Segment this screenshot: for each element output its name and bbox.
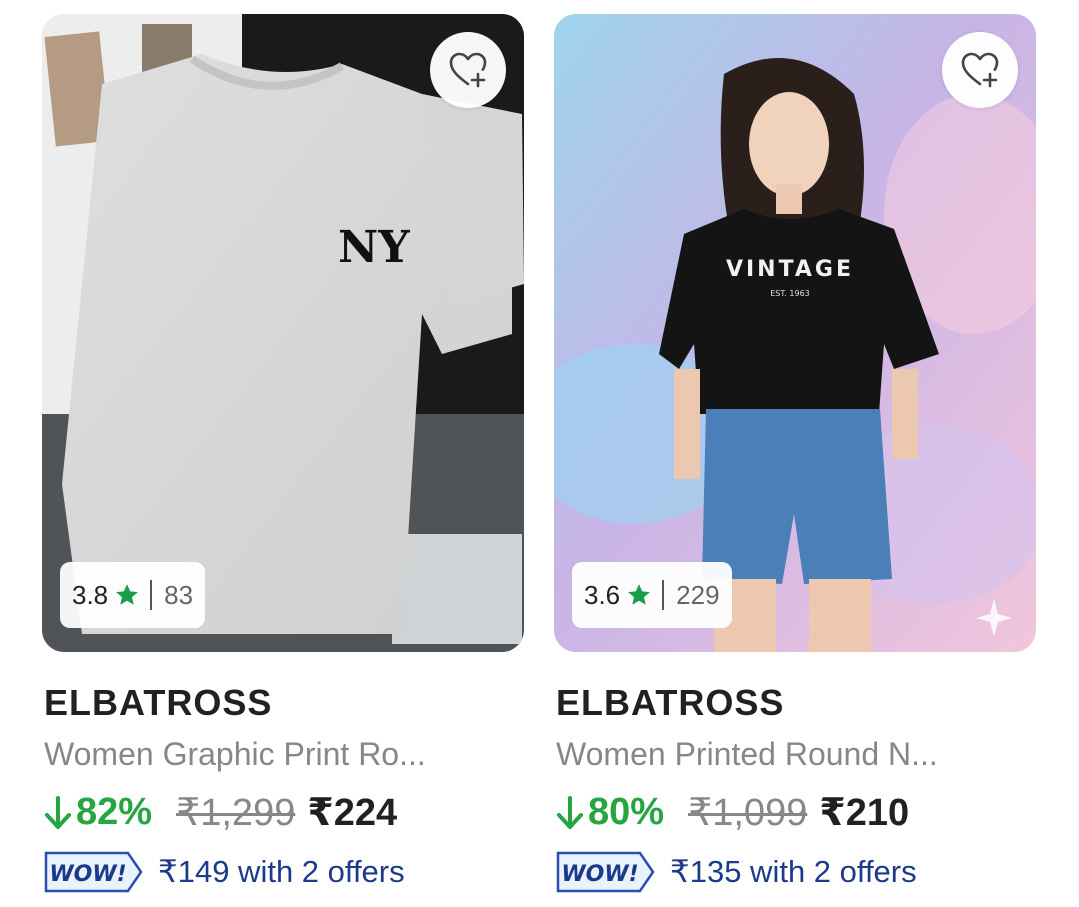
offer-text: ₹135 with 2 offers (670, 854, 917, 889)
product-card[interactable]: NY 3.8 83 ELBATROSS Women Graphic Print … (42, 14, 524, 907)
discount: 82% (42, 791, 152, 834)
discount-percent: 80% (588, 791, 665, 833)
svg-text:WOW!: WOW! (49, 862, 126, 887)
product-card[interactable]: VINTAGE EST. 1963 3.6 229 ELBATROSS Wome… (554, 14, 1036, 907)
product-image[interactable]: VINTAGE EST. 1963 3.6 229 (554, 14, 1036, 652)
down-arrow-icon (45, 795, 71, 829)
product-title[interactable]: Women Printed Round N... (556, 736, 1026, 773)
svg-text:WOW!: WOW! (561, 862, 638, 887)
rating-count: 83 (164, 579, 194, 610)
rating-count: 229 (676, 579, 720, 610)
selling-price: ₹224 (307, 792, 398, 834)
wishlist-heart-plus-icon (449, 52, 487, 88)
wow-badge-icon: WOW! (44, 851, 143, 893)
discount: 80% (554, 791, 664, 834)
price-row: 82% ₹1,299 ₹224 (42, 790, 397, 835)
product-photo: VINTAGE EST. 1963 (554, 14, 1036, 652)
wishlist-heart-plus-icon (961, 52, 999, 88)
discount-percent: 82% (76, 791, 153, 833)
rating-score: 3.6 (584, 579, 621, 610)
star-icon (626, 582, 652, 608)
print-text-vintage: VINTAGE (726, 257, 854, 282)
wishlist-button[interactable] (430, 32, 506, 108)
wishlist-button[interactable] (942, 32, 1018, 108)
rating-badge: 3.6 229 (572, 562, 732, 628)
product-image[interactable]: NY 3.8 83 (42, 14, 524, 652)
offer-row[interactable]: WOW! ₹135 with 2 offers (556, 850, 917, 894)
product-brand: ELBATROSS (44, 682, 273, 723)
rating-score: 3.8 (72, 579, 109, 610)
product-brand: ELBATROSS (556, 682, 785, 723)
offer-row[interactable]: WOW! ₹149 with 2 offers (44, 850, 405, 894)
rating-divider (150, 580, 153, 610)
original-price: ₹1,099 (688, 792, 808, 834)
print-text-ny: NY (338, 222, 410, 273)
selling-price: ₹210 (819, 792, 910, 834)
wow-badge-icon: WOW! (556, 851, 655, 893)
product-photo: NY (42, 14, 524, 652)
product-title[interactable]: Women Graphic Print Ro... (44, 736, 514, 773)
rating-divider (662, 580, 665, 610)
print-subtext: EST. 1963 (770, 289, 810, 298)
star-icon (114, 582, 140, 608)
down-arrow-icon (557, 795, 583, 829)
price-row: 80% ₹1,099 ₹210 (554, 790, 909, 835)
offer-text: ₹149 with 2 offers (158, 854, 405, 889)
original-price: ₹1,299 (176, 792, 296, 834)
rating-badge: 3.8 83 (60, 562, 206, 628)
